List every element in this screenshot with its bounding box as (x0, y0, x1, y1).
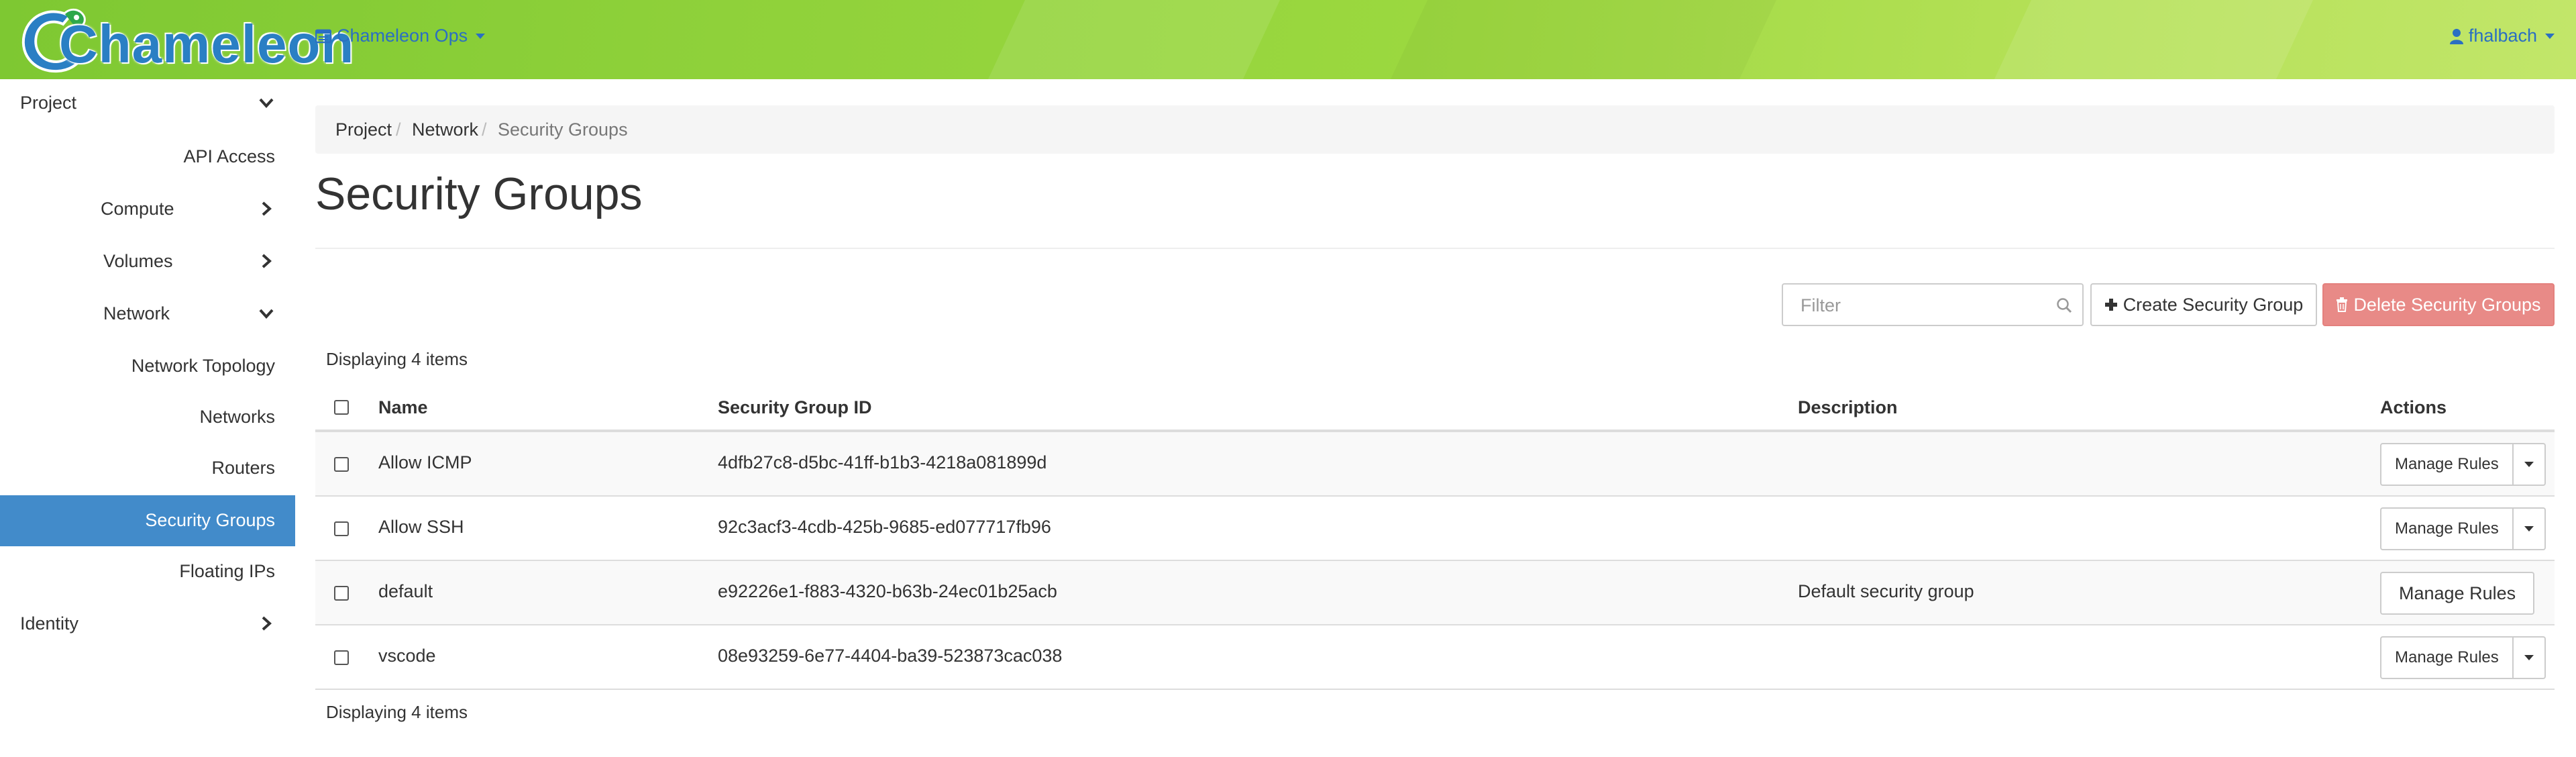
column-header-description[interactable]: Description (1798, 397, 1898, 418)
table-header: Name Security Group ID Description Actio… (315, 383, 2555, 432)
sidebar-item-identity[interactable]: Identity (0, 600, 295, 647)
sidebar-item-network-topology[interactable]: Network Topology (0, 342, 295, 389)
table-row: default e92226e1-f883-4320-b63b-24ec01b2… (315, 561, 2555, 625)
plus-icon (2104, 299, 2117, 311)
sidebar-item-label: Floating IPs (179, 561, 275, 581)
row-security-group-id: e92226e1-f883-4320-b63b-24ec01b25acb (718, 581, 1057, 601)
chevron-right-icon (262, 254, 272, 268)
sidebar-item-networks[interactable]: Networks (0, 393, 295, 440)
chevron-right-icon (262, 201, 272, 216)
row-checkbox[interactable] (334, 586, 349, 601)
row-actions: Manage Rules (2380, 443, 2546, 486)
caret-down-icon (476, 33, 486, 39)
sidebar-item-label: Volumes (103, 251, 173, 271)
manage-rules-button[interactable]: Manage Rules (2380, 636, 2514, 679)
breadcrumb-item-network[interactable]: Network (412, 119, 478, 140)
row-actions-dropdown-toggle[interactable] (2513, 443, 2546, 486)
background-facet (1384, 0, 1783, 79)
row-name: vscode (378, 646, 436, 666)
item-count-bottom: Displaying 4 items (326, 702, 468, 722)
sidebar-item-compute[interactable]: Compute (0, 185, 295, 232)
sidebar-item-label: Security Groups (145, 510, 275, 530)
sidebar-item-label: Networks (199, 407, 275, 427)
delete-security-groups-label: Delete Security Groups (2353, 294, 2541, 315)
row-actions-dropdown-toggle[interactable] (2513, 507, 2546, 550)
sidebar-item-label: Network (103, 303, 170, 323)
caret-down-icon (2524, 462, 2534, 467)
row-name: Allow ICMP (378, 452, 472, 472)
sidebar-item-label: Project (20, 93, 77, 113)
row-checkbox[interactable] (334, 650, 349, 665)
sidebar-item-label: Compute (101, 199, 174, 219)
sidebar-item-label: Identity (20, 613, 79, 634)
sidebar: Project API Access Compute Volumes Netwo… (0, 79, 295, 757)
chameleon-logo[interactable]: Chameleon (17, 4, 354, 75)
sidebar-item-project[interactable]: Project (0, 79, 295, 126)
sidebar-item-floating-ips[interactable]: Floating IPs (0, 548, 295, 595)
sidebar-item-network[interactable]: Network (0, 290, 295, 337)
row-actions: Manage Rules (2380, 507, 2546, 550)
breadcrumb-separator: / (482, 119, 487, 140)
manage-rules-button[interactable]: Manage Rules (2380, 572, 2535, 615)
table-row: vscode 08e93259-6e77-4404-ba39-523873cac… (315, 625, 2555, 690)
manage-rules-button[interactable]: Manage Rules (2380, 443, 2514, 486)
sidebar-item-label: Routers (211, 458, 275, 478)
create-security-group-label: Create Security Group (2123, 294, 2304, 315)
row-security-group-id: 92c3acf3-4cdb-425b-9685-ed077717fb96 (718, 517, 1051, 537)
sidebar-item-security-groups[interactable]: Security Groups (0, 495, 295, 546)
row-name: default (378, 581, 433, 601)
chevron-down-icon (259, 98, 274, 108)
row-checkbox[interactable] (334, 521, 349, 536)
user-menu[interactable]: fhalbach (2449, 26, 2555, 46)
top-navbar: Chameleon Chameleon Ops fhalbach (0, 0, 2576, 79)
sidebar-item-label: API Access (183, 146, 275, 166)
row-actions-dropdown-toggle[interactable] (2513, 636, 2546, 679)
sidebar-item-volumes[interactable]: Volumes (0, 238, 295, 285)
sidebar-item-routers[interactable]: Routers (0, 444, 295, 491)
page-title: Security Groups (315, 168, 643, 219)
filter-field (1782, 283, 2084, 326)
background-facet (1987, 0, 2320, 79)
create-security-group-button[interactable]: Create Security Group (2090, 283, 2317, 326)
caret-down-icon (2524, 655, 2534, 660)
item-count-top: Displaying 4 items (326, 349, 468, 369)
breadcrumb-item-project[interactable]: Project (335, 119, 392, 140)
row-description: Default security group (1798, 581, 1974, 601)
table-row: Allow ICMP 4dfb27c8-d5bc-41ff-b1b3-4218a… (315, 432, 2555, 497)
sidebar-item-label: Network Topology (131, 356, 275, 376)
row-actions: Manage Rules (2380, 636, 2546, 679)
column-header-name[interactable]: Name (378, 397, 428, 418)
select-all-checkbox[interactable] (334, 400, 349, 415)
project-icon (315, 29, 331, 43)
user-icon (2449, 28, 2463, 44)
row-security-group-id: 08e93259-6e77-4404-ba39-523873cac038 (718, 646, 1063, 666)
breadcrumb-item-current: Security Groups (498, 119, 628, 140)
caret-down-icon (2545, 33, 2555, 39)
row-checkbox[interactable] (334, 457, 349, 472)
manage-rules-button[interactable]: Manage Rules (2380, 507, 2514, 550)
project-selector-label: Chameleon Ops (337, 26, 468, 46)
column-header-actions: Actions (2380, 397, 2447, 417)
breadcrumb: Project / Network / Security Groups (315, 105, 2555, 154)
sidebar-item-api-access[interactable]: API Access (0, 133, 295, 180)
brand-name: Chameleon (59, 14, 355, 74)
row-security-group-id: 4dfb27c8-d5bc-41ff-b1b3-4218a081899d (718, 452, 1047, 472)
row-name: Allow SSH (378, 517, 464, 537)
table-row: Allow SSH 92c3acf3-4cdb-425b-9685-ed0777… (315, 497, 2555, 561)
project-selector[interactable]: Chameleon Ops (315, 26, 486, 46)
filter-input[interactable] (1784, 286, 2057, 325)
search-icon[interactable] (2055, 297, 2073, 314)
delete-security-groups-button[interactable]: Delete Security Groups (2322, 283, 2555, 326)
chevron-right-icon (262, 616, 272, 631)
breadcrumb-separator: / (396, 119, 401, 140)
user-name: fhalbach (2468, 26, 2537, 46)
trash-icon (2337, 297, 2348, 312)
background-facet (981, 0, 1287, 79)
column-header-security-group-id[interactable]: Security Group ID (718, 397, 872, 418)
title-divider (315, 248, 2555, 249)
chevron-down-icon (259, 309, 274, 319)
caret-down-icon (2524, 526, 2534, 532)
